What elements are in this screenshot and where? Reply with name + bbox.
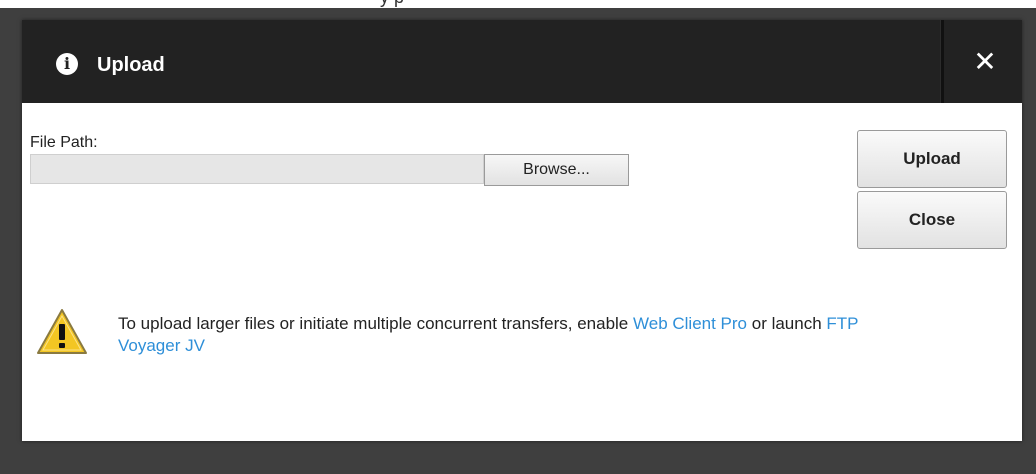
background-page-text: y p (380, 0, 404, 8)
close-button[interactable]: Close (857, 191, 1007, 249)
close-icon[interactable]: ✕ (957, 36, 1013, 88)
upload-dialog: i Upload ✕ File Path: Browse... Upload C… (22, 20, 1022, 441)
info-icon: i (56, 53, 78, 75)
titlebar-divider (940, 20, 944, 103)
upload-notice: To upload larger files or initiate multi… (118, 313, 878, 357)
notice-text-middle: or launch (747, 314, 827, 333)
background-page-strip: y p (0, 0, 1036, 8)
upload-button[interactable]: Upload (857, 130, 1007, 188)
warning-icon (37, 309, 87, 354)
web-client-pro-link[interactable]: Web Client Pro (633, 314, 747, 333)
dialog-content: File Path: Browse... Upload Close To upl… (22, 103, 1022, 441)
dialog-title: Upload (97, 54, 165, 76)
file-path-label: File Path: (30, 134, 98, 151)
dialog-titlebar: i Upload ✕ (22, 20, 1022, 103)
file-path-input[interactable] (30, 154, 484, 184)
notice-text-start: To upload larger files or initiate multi… (118, 314, 633, 333)
browse-button[interactable]: Browse... (484, 154, 629, 186)
